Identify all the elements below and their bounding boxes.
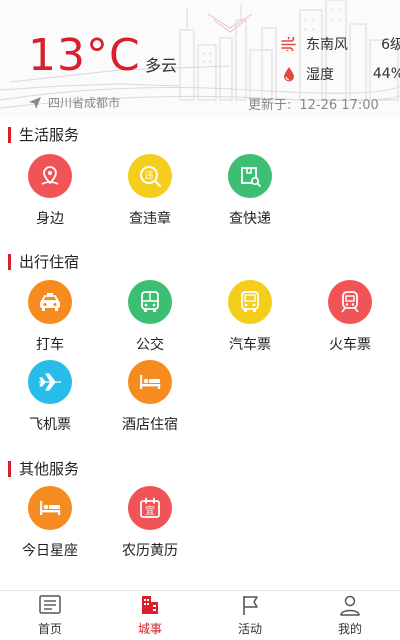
service-label: 查快递 (229, 211, 271, 227)
humidity-info: 湿度 44% (280, 64, 400, 84)
humidity-drop-icon (280, 65, 298, 83)
calendar-glyph: 宜 (145, 504, 155, 517)
service-horoscope[interactable]: 今日星座 (0, 486, 100, 560)
service-taxi[interactable]: 打车 (0, 280, 100, 354)
service-train-ticket[interactable]: 火车票 (300, 280, 400, 354)
tab-mine[interactable]: 我的 (300, 591, 400, 640)
service-nearby[interactable]: 身边 (0, 154, 100, 228)
section-title-travel: 出行住宿 (8, 251, 79, 272)
service-bus[interactable]: 公交 (100, 280, 200, 354)
service-label: 今日星座 (22, 543, 78, 559)
update-label: 更新于: (248, 98, 292, 113)
service-label: 农历黄历 (122, 543, 178, 559)
tab-label: 首页 (37, 622, 62, 636)
service-traffic-violation[interactable]: 违 查违章 (100, 154, 200, 228)
train-icon (328, 280, 372, 324)
section-title-text: 出行住宿 (19, 253, 80, 271)
temperature: 13°C (28, 30, 141, 81)
wind-info: 东南风 6级 (280, 34, 400, 54)
service-label: 汽车票 (229, 337, 271, 353)
wind-direction: 东南风 (306, 37, 348, 53)
service-label: 飞机票 (29, 417, 71, 433)
service-label: 火车票 (329, 337, 371, 353)
update-timestamp: 12-26 17:00 (299, 98, 379, 113)
tab-label: 我的 (337, 622, 362, 636)
service-label: 身边 (36, 211, 64, 227)
section-title-life: 生活服务 (8, 124, 79, 145)
humidity-label: 湿度 (306, 67, 334, 83)
service-label: 公交 (136, 337, 164, 353)
flag-icon (243, 596, 258, 615)
bottom-tab-bar: 首页 城事 活动 我的 (0, 590, 400, 640)
city-building-icon (142, 596, 158, 614)
section-accent-bar (8, 460, 11, 477)
news-list-icon (39, 595, 61, 614)
bus-icon (128, 280, 172, 324)
package-search-icon (228, 154, 272, 198)
location-pin-icon (28, 154, 72, 198)
tab-home[interactable]: 首页 (0, 591, 100, 640)
service-label: 酒店住宿 (122, 417, 178, 433)
wind-level: 6级 (381, 37, 400, 53)
section-title-other: 其他服务 (8, 458, 79, 479)
tab-city[interactable]: 城事 (100, 591, 200, 640)
svg-text:违: 违 (144, 171, 153, 182)
hotel-bed-icon (128, 360, 172, 404)
calendar-yi-icon: 宜 (128, 486, 172, 530)
service-flight-ticket[interactable]: 飞机票 (0, 360, 100, 434)
weather-condition: 多云 (145, 56, 178, 75)
service-express[interactable]: 查快递 (200, 154, 300, 228)
bed-icon (28, 486, 72, 530)
weather-header: 13°C 多云 东南风 6级 湿度 44% 四川省成都市 更新于: 12-26 1… (0, 0, 400, 118)
section-title-text: 生活服务 (19, 126, 80, 144)
location-arrow-icon (28, 96, 42, 110)
coach-icon (228, 280, 272, 324)
service-coach-ticket[interactable]: 汽车票 (200, 280, 300, 354)
user-profile-icon (340, 595, 360, 616)
service-almanac[interactable]: 宜 农历黄历 (100, 486, 200, 560)
section-accent-bar (8, 126, 11, 143)
tab-label: 活动 (237, 622, 262, 636)
location[interactable]: 四川省成都市 (28, 94, 120, 111)
traffic-violation-search-icon: 违 (128, 154, 172, 198)
tab-label: 城事 (137, 622, 162, 636)
section-accent-bar (8, 253, 11, 270)
humidity-value: 44% (372, 66, 400, 82)
service-hotel[interactable]: 酒店住宿 (100, 360, 200, 434)
section-title-text: 其他服务 (19, 460, 80, 478)
airplane-icon (28, 360, 72, 404)
update-time: 更新于: 12-26 17:00 (248, 94, 379, 113)
service-label: 查违章 (129, 211, 171, 227)
location-text: 四川省成都市 (48, 96, 121, 110)
taxi-icon (28, 280, 72, 324)
tab-activity[interactable]: 活动 (200, 591, 300, 640)
service-label: 打车 (36, 337, 64, 353)
wind-icon (280, 35, 298, 53)
